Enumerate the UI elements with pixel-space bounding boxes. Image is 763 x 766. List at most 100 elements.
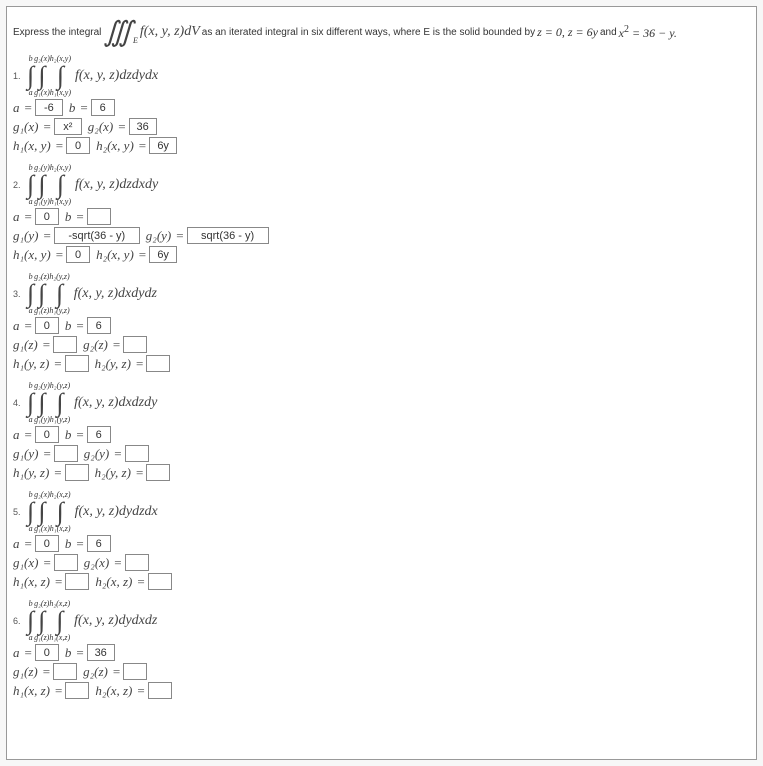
limit-input[interactable] [123,336,147,353]
part-number: 1. [13,71,23,81]
equals-sign: = [137,683,144,699]
limit-label: h₂(y, z) [95,465,131,481]
integral-icon: ∫ [38,63,45,89]
integral-sign: g₂(y)∫g₁(y) [34,164,50,206]
limit-input[interactable] [53,336,77,353]
limit-input[interactable] [35,535,59,552]
limits-row: a=b= [13,535,750,552]
limit-input[interactable] [65,573,89,590]
limit-label: g₁(z) [13,664,38,680]
limit-input[interactable] [35,644,59,661]
part-number: 5. [13,507,23,517]
limits-row: h₁(y, z)=h₂(y, z)= [13,464,750,481]
limit-input[interactable] [54,445,78,462]
equals-sign: = [136,465,143,481]
limit-label: h₁(x, z) [13,574,50,590]
lower-bound: a [29,525,33,533]
limit-input[interactable] [53,663,77,680]
equals-sign: = [80,100,87,116]
part-3: 3.b∫ag₂(z)∫g₁(z)h₂(y,z)∫h₁(y,z)f(x, y, z… [13,273,750,372]
limit-input[interactable] [54,227,140,244]
limit-label: h₁(x, y) [13,247,51,263]
limits-row: a=b= [13,317,750,334]
limits-row: g₁(z)=g₂(z)= [13,663,750,680]
lower-bound: a [29,89,33,97]
limits-row: a=b= [13,426,750,443]
limit-label: b [65,209,72,225]
limit-label: g₂(x) [84,555,109,571]
limit-input[interactable] [148,682,172,699]
limit-input[interactable] [146,464,170,481]
limit-input[interactable] [87,426,111,443]
prompt-integrand: f(x, y, z)dV [140,24,200,40]
limit-label: b [65,536,72,552]
part-number: 6. [13,616,23,626]
prompt-text: Express the integral ∭ E f(x, y, z)dV as… [13,15,750,49]
limit-input[interactable] [35,426,59,443]
limit-input[interactable] [146,355,170,372]
limit-label: a [13,645,20,661]
integral-icon: ∫ [38,608,45,634]
lower-bound: a [29,634,33,642]
limit-input[interactable] [125,445,149,462]
iterated-integral: b∫ag₂(x)∫g₁(x)h₂(x,z)∫h₁(x,z) [27,491,71,533]
integral-sign: g₂(z)∫g₁(z) [34,600,49,642]
lower-bound: h₁(x,y) [50,198,71,206]
limits-row: a=b= [13,99,750,116]
limit-input[interactable] [148,573,172,590]
equals-sign: = [114,555,121,571]
limit-input[interactable] [87,535,111,552]
limit-input[interactable] [35,208,59,225]
limit-label: g₂(z) [83,337,108,353]
equals-sign: = [76,209,83,225]
limit-input[interactable] [129,118,157,135]
limit-input[interactable] [66,246,90,263]
lower-bound: h₁(y,z) [50,416,70,424]
limit-label: b [69,100,76,116]
prompt-eq1: z = 0, z = 6y [537,25,598,40]
limits-row: g₁(z)=g₂(z)= [13,336,750,353]
limit-input[interactable] [149,246,177,263]
integral-icon: ∫ [38,281,45,307]
equals-sign: = [139,247,146,263]
limit-input[interactable] [87,317,111,334]
limit-input[interactable] [65,355,89,372]
equals-sign: = [136,356,143,372]
limit-input[interactable] [35,317,59,334]
limit-input[interactable] [65,682,89,699]
lower-bound: h₁(x,z) [50,525,71,533]
limit-input[interactable] [66,137,90,154]
lower-bound: h₁(x,z) [49,634,70,642]
region-sub: E [133,36,138,45]
equals-sign: = [137,574,144,590]
integral-sign: b∫a [27,164,34,206]
equals-sign: = [76,318,83,334]
limit-input[interactable] [65,464,89,481]
limit-input[interactable] [87,644,115,661]
limit-label: a [13,100,20,116]
limit-label: h₁(x, z) [13,683,50,699]
limit-label: h₁(y, z) [13,465,49,481]
limit-input[interactable] [187,227,269,244]
limit-input[interactable] [87,208,111,225]
limit-input[interactable] [54,554,78,571]
lower-bound: g₁(x) [34,89,50,97]
limit-label: g₁(x) [13,555,38,571]
limit-input[interactable] [91,99,115,116]
limit-label: b [65,318,72,334]
limit-input[interactable] [125,554,149,571]
lower-bound: h₁(y,z) [49,307,69,315]
limits-row: h₁(x, z)=h₂(x, z)= [13,682,750,699]
equals-sign: = [43,337,50,353]
integral-icon: ∫ [56,281,63,307]
limit-input[interactable] [54,118,82,135]
limit-input[interactable] [123,663,147,680]
limit-label: g₂(x) [88,119,113,135]
equals-sign: = [56,138,63,154]
limits-row: g₁(x)=g₂(x)= [13,118,750,135]
integral-sign: g₂(x)∫g₁(x) [34,491,50,533]
limit-input[interactable] [35,99,63,116]
limit-input[interactable] [149,137,177,154]
limit-label: g₁(y) [13,228,38,244]
equals-sign: = [25,536,32,552]
